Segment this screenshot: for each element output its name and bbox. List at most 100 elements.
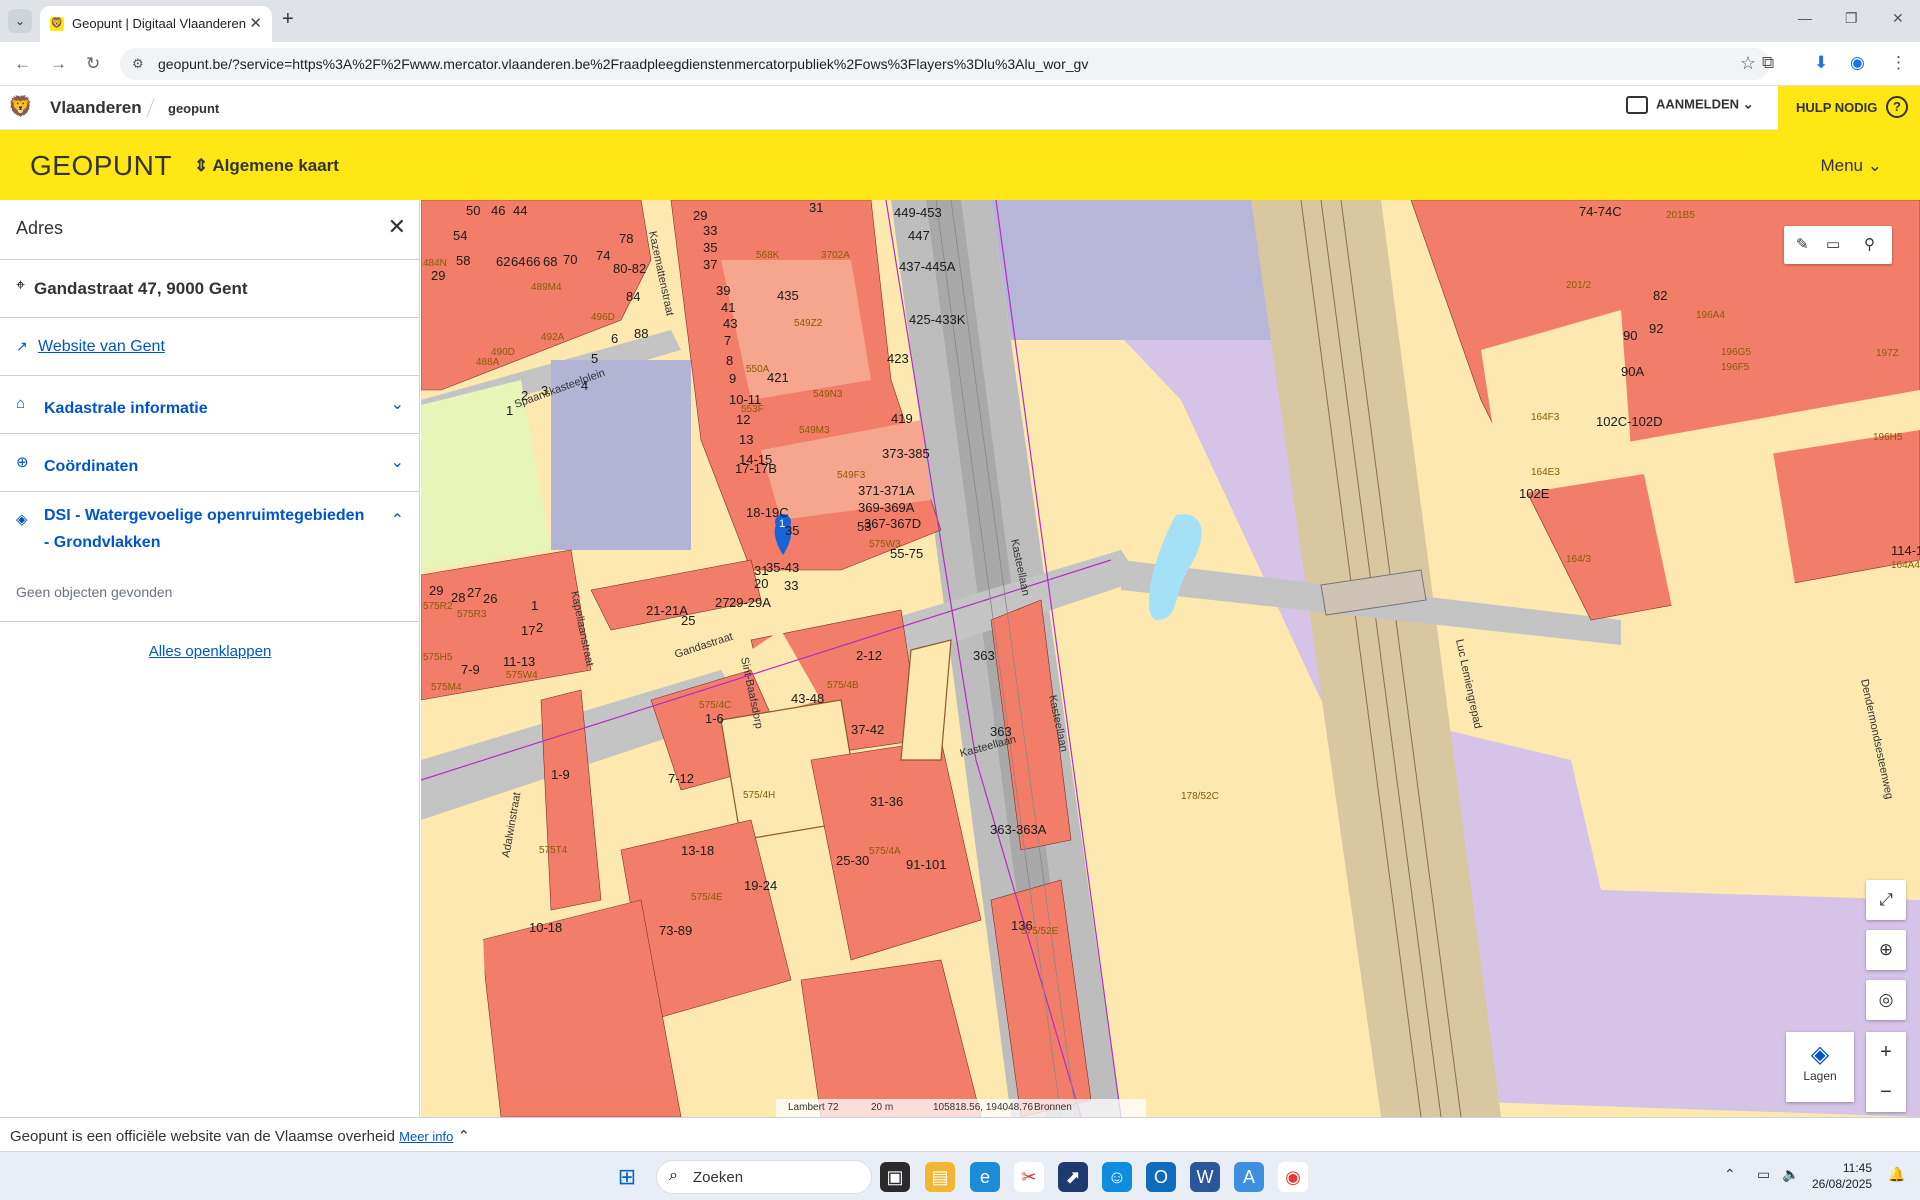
network-icon[interactable]: ▭ [1757, 1166, 1770, 1183]
notification-bell-icon[interactable]: 🔔 [1888, 1166, 1905, 1183]
expand-all-link[interactable]: Alles openklappen [0, 643, 420, 660]
accordion-kadastrale[interactable]: ⌂ Kadastrale informatie ⌄ [0, 376, 420, 434]
close-tab-icon[interactable]: ✕ [249, 14, 262, 32]
svg-text:37-42: 37-42 [851, 722, 884, 737]
external-link-icon: ↗ [16, 338, 28, 354]
svg-text:363: 363 [973, 648, 995, 663]
svg-text:164A4: 164A4 [1891, 560, 1920, 571]
accordion-dsi[interactable]: ◈ DSI - Watergevoelige openruimtegebiede… [0, 492, 420, 622]
projection-label: Lambert 72 [788, 1102, 839, 1113]
accordion-coordinaten[interactable]: ⊕ Coördinaten ⌄ [0, 434, 420, 492]
svg-text:373-385: 373-385 [882, 446, 930, 461]
geopunt-sublink[interactable]: geopunt [168, 101, 219, 116]
ruler-icon[interactable]: ▭ [1826, 235, 1840, 253]
file-explorer-icon[interactable]: ▤ [925, 1162, 955, 1192]
svg-text:7: 7 [724, 333, 731, 348]
restore-icon[interactable]: ❐ [1845, 10, 1858, 27]
zoom-in-button[interactable]: + [1866, 1032, 1906, 1072]
reload-icon[interactable]: ↻ [86, 54, 100, 74]
taskbar-search[interactable]: ⌕ Zoeken [656, 1160, 872, 1194]
layers-button[interactable]: ◈ Lagen [1786, 1032, 1854, 1102]
locate-button[interactable]: ◎ [1866, 980, 1906, 1020]
close-panel-icon[interactable]: ✕ [388, 214, 406, 240]
close-window-icon[interactable]: ✕ [1892, 10, 1904, 27]
chevron-up-icon[interactable]: ⌃ [458, 1128, 471, 1145]
clock[interactable]: 11:45 26/08/2025 [1812, 1160, 1872, 1192]
font-app-icon[interactable]: A [1234, 1162, 1264, 1192]
app-icon[interactable]: ⬈ [1058, 1162, 1088, 1192]
help-button[interactable]: HULP NODIG ? [1778, 86, 1920, 130]
sources-link[interactable]: Bronnen [1034, 1102, 1072, 1113]
svg-text:28: 28 [451, 590, 465, 605]
download-icon[interactable]: ⬇ [1814, 53, 1828, 73]
profile-icon[interactable]: ◉ [1850, 53, 1865, 73]
globe-button[interactable]: ⊕ [1866, 930, 1906, 970]
svg-text:13-18: 13-18 [681, 843, 714, 858]
word-icon[interactable]: W [1190, 1162, 1220, 1192]
address-text: Gandastraat 47, 9000 Gent [34, 279, 248, 298]
windows-start-icon[interactable]: ⊞ [612, 1162, 642, 1192]
browser-tab[interactable]: 🦁 Geopunt | Digitaal Vlaanderen ✕ [40, 6, 272, 42]
svg-text:164E3: 164E3 [1531, 467, 1560, 478]
geopunt-brand[interactable]: GEOPUNT [30, 150, 172, 182]
menu-button[interactable]: Menu ⌄ [1820, 156, 1882, 176]
user-card-icon [1626, 96, 1648, 114]
svg-text:484N: 484N [423, 258, 447, 269]
svg-text:367-367D: 367-367D [864, 516, 921, 531]
pencil-icon[interactable]: ✎ [1796, 235, 1809, 253]
svg-text:74: 74 [596, 248, 610, 263]
svg-text:201B5: 201B5 [1666, 210, 1695, 221]
globe-icon: ⊕ [1878, 940, 1894, 959]
forward-icon[interactable]: → [50, 54, 67, 74]
svg-text:39: 39 [716, 283, 730, 298]
layers-label: Lagen [1803, 1069, 1837, 1083]
svg-text:43: 43 [723, 316, 737, 331]
url-field[interactable]: ⚙ geopunt.be/?service=https%3A%2F%2Fwww.… [120, 48, 1770, 80]
bookmark-star-icon[interactable]: ☆ [1740, 53, 1756, 74]
fullscreen-button[interactable]: ⤢ [1866, 880, 1906, 920]
vlaanderen-header: 🦁 Vlaanderen geopunt AANMELDEN ⌄ HULP NO… [0, 86, 1920, 130]
scale-distance: 20 m [871, 1102, 894, 1113]
edge-icon[interactable]: e [970, 1162, 1000, 1192]
svg-text:549F3: 549F3 [837, 470, 866, 481]
svg-text:449-453: 449-453 [894, 205, 942, 220]
svg-text:423: 423 [887, 351, 909, 366]
svg-text:44: 44 [513, 203, 527, 218]
minimize-icon[interactable]: — [1798, 10, 1812, 26]
task-view-icon[interactable]: ▣ [880, 1162, 910, 1192]
map-canvas[interactable]: 1 50 46 44 54 58 29 62 64 66 68 70 74 78 80-82 84 88… [421, 200, 1920, 1117]
browser-menu-icon[interactable]: ⋮ [1890, 53, 1907, 73]
svg-text:575/4B: 575/4B [827, 680, 859, 691]
vlaanderen-lion-logo[interactable]: 🦁 [8, 94, 33, 122]
back-icon[interactable]: ← [14, 54, 31, 74]
tab-search-button[interactable]: ⌄ [8, 9, 32, 33]
snipping-tool-icon[interactable]: ✂ [1014, 1162, 1044, 1192]
new-tab-icon[interactable]: + [282, 8, 294, 31]
website-link[interactable]: Website van Gent [38, 338, 165, 356]
chrome-icon[interactable]: ◉ [1278, 1162, 1308, 1192]
zoom-out-button[interactable]: − [1866, 1072, 1906, 1112]
svg-text:164/3: 164/3 [1566, 554, 1591, 565]
svg-text:568K: 568K [756, 250, 780, 261]
question-icon: ? [1886, 96, 1908, 118]
svg-text:25: 25 [681, 613, 695, 628]
svg-text:68: 68 [543, 254, 557, 269]
volume-icon[interactable]: 🔈 [1782, 1166, 1799, 1183]
svg-text:575/4C: 575/4C [699, 700, 731, 711]
share-icon[interactable]: ⚲ [1864, 235, 1875, 253]
site-info-icon[interactable]: ⚙ [132, 56, 144, 72]
login-button[interactable]: AANMELDEN ⌄ [1626, 96, 1754, 120]
map-selector[interactable]: ⇕ Algemene kaart [194, 156, 339, 176]
svg-text:82: 82 [1653, 288, 1667, 303]
more-info-link[interactable]: Meer info [399, 1129, 453, 1144]
vlaanderen-title[interactable]: Vlaanderen [50, 98, 142, 118]
svg-text:11-13: 11-13 [503, 654, 535, 669]
extensions-icon[interactable]: ⧉ [1762, 53, 1774, 73]
tray-chevron-icon[interactable]: ⌃ [1724, 1166, 1736, 1183]
people-app-icon[interactable]: ☺ [1102, 1162, 1132, 1192]
svg-text:31-36: 31-36 [870, 794, 903, 809]
outlook-icon[interactable]: O [1146, 1162, 1176, 1192]
svg-text:371-371A: 371-371A [858, 483, 915, 498]
svg-text:196F5: 196F5 [1721, 362, 1750, 373]
info-panel: Adres ✕ ⌖ Gandastraat 47, 9000 Gent ↗ We… [0, 200, 420, 1117]
